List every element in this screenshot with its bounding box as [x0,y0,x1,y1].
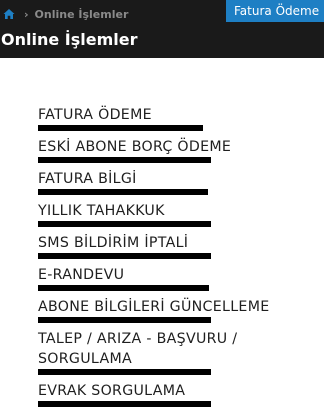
menu-underline [38,285,209,291]
menu-item-evrak-sorgulama[interactable]: EVRAK SORGULAMA [38,381,324,407]
page-header: › Online İşlemler Fatura Ödeme Online İş… [0,0,324,58]
menu-link-talep-ariza-basvuru-sorgulama[interactable]: TALEP / ARIZA - BAŞVURU / SORGULAMA [38,329,278,369]
menu-underline [38,253,211,259]
menu-underline [38,189,208,195]
menu-underline [38,221,211,227]
menu-underline [38,369,211,375]
menu-item-fatura-bilgi[interactable]: FATURA BİLGİ [38,169,324,195]
menu-underline [38,401,211,407]
menu-link-e-randevu[interactable]: E-RANDEVU [38,265,324,285]
menu-link-sms-bildirim-iptali[interactable]: SMS BİLDİRİM İPTALİ [38,233,324,253]
home-icon[interactable] [3,8,15,20]
menu-item-talep-ariza-basvuru-sorgulama[interactable]: TALEP / ARIZA - BAŞVURU / SORGULAMA [38,329,324,375]
menu-link-abone-bilgileri-guncelleme[interactable]: ABONE BİLGİLERİ GÜNCELLEME [38,297,324,317]
menu-link-fatura-odeme[interactable]: FATURA ÖDEME [38,105,324,125]
breadcrumb: › Online İşlemler [3,5,128,23]
menu-link-fatura-bilgi[interactable]: FATURA BİLGİ [38,169,324,189]
menu-item-abone-bilgileri-guncelleme[interactable]: ABONE BİLGİLERİ GÜNCELLEME [38,297,324,323]
menu-item-yillik-tahakkuk[interactable]: YILLIK TAHAKKUK [38,201,324,227]
menu-item-eski-abone-borc-odeme[interactable]: ESKİ ABONE BORÇ ÖDEME [38,137,324,163]
menu-link-eski-abone-borc-odeme[interactable]: ESKİ ABONE BORÇ ÖDEME [38,137,324,157]
menu-link-evrak-sorgulama[interactable]: EVRAK SORGULAMA [38,381,324,401]
menu-link-yillik-tahakkuk[interactable]: YILLIK TAHAKKUK [38,201,324,221]
menu-item-fatura-odeme[interactable]: FATURA ÖDEME [38,105,324,131]
menu-item-sms-bildirim-iptali[interactable]: SMS BİLDİRİM İPTALİ [38,233,324,259]
fatura-odeme-tab[interactable]: Fatura Ödeme [226,0,324,22]
breadcrumb-current: Online İşlemler [34,7,129,21]
page-title: Online İşlemler [1,30,138,49]
menu-underline [38,157,211,163]
menu-underline [38,317,211,323]
online-islemler-menu: FATURA ÖDEME ESKİ ABONE BORÇ ÖDEME FATUR… [38,105,324,413]
menu-item-e-randevu[interactable]: E-RANDEVU [38,265,324,291]
breadcrumb-separator: › [24,7,29,21]
menu-underline [38,125,203,131]
